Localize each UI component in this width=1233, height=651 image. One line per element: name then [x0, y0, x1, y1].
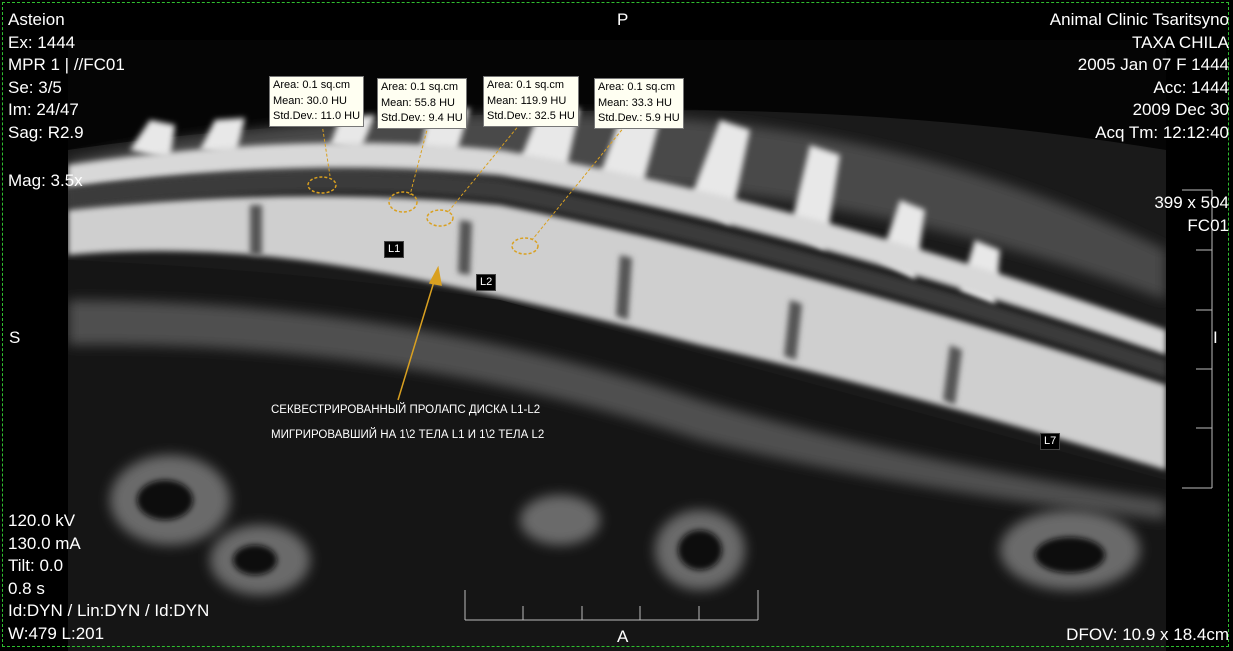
- matrix-info: 399 x 504 FC01: [1154, 192, 1229, 237]
- roi-std: Std.Dev.: 32.5 HU: [487, 110, 575, 122]
- exam-number: Ex: 1444: [8, 32, 76, 52]
- roi-stats-box-3[interactable]: Area: 0.1 sq.cm Mean: 119.9 HU Std.Dev.:…: [483, 76, 579, 127]
- matrix-size: 399 x 504: [1154, 193, 1229, 212]
- kv-value: 120.0 kV: [8, 511, 76, 530]
- magnification: Mag: 3.5x: [8, 171, 83, 190]
- institution-info: Animal Clinic Tsaritsyno TAXA CHILA 2005…: [1050, 9, 1229, 144]
- roi-mean: Mean: 33.3 HU: [598, 96, 672, 109]
- slice-position: Sag: R2.9: [8, 122, 84, 142]
- ct-viewer[interactable]: Asteion Ex: 1444 MPR 1 | //FC01 Se: 3/5 …: [0, 0, 1233, 651]
- display-lut: Id:DYN / Lin:DYN / Id:DYN: [8, 601, 210, 620]
- roi-area: Area: 0.1 sq.cm: [598, 81, 676, 93]
- roi-mean: Mean: 30.0 HU: [273, 94, 347, 107]
- series-number: Se: 3/5: [8, 77, 62, 97]
- vertebra-label-l1[interactable]: L1: [384, 241, 405, 258]
- roi-mean: Mean: 119.9 HU: [487, 94, 567, 107]
- roi-area: Area: 0.1 sq.cm: [381, 81, 459, 93]
- vertebra-label-l7[interactable]: L7: [1040, 433, 1061, 450]
- roi-stats-box-2[interactable]: Area: 0.1 sq.cm Mean: 55.8 HU Std.Dev.: …: [377, 78, 467, 129]
- image-number: Im: 24/47: [8, 100, 79, 119]
- orientation-right: I: [1213, 328, 1218, 347]
- accession-number: Acc: 1444: [1153, 77, 1229, 97]
- display-fov: DFOV: 10.9 x 18.4cm: [1066, 625, 1229, 644]
- orientation-bottom: A: [617, 627, 629, 646]
- ma-value: 130.0 mA: [8, 533, 81, 553]
- acquisition-params: 120.0 kV 130.0 mA Tilt: 0.0 0.8 s Id:DYN…: [8, 510, 209, 645]
- orientation-left: S: [9, 328, 21, 347]
- diagnosis-annotation[interactable]: СЕКВЕСТРИРОВАННЫЙ ПРОЛАПС ДИСКА L1-L2 МИ…: [271, 398, 544, 448]
- patient-dob-sex-id: 2005 Jan 07 F 1444: [1077, 55, 1229, 74]
- kernel: FC01: [1187, 215, 1229, 235]
- patient-study-info: Asteion Ex: 1444 MPR 1 | //FC01 Se: 3/5 …: [8, 9, 125, 144]
- tilt-value: Tilt: 0.0: [8, 556, 64, 575]
- patient-name: TAXA CHILA: [1132, 32, 1229, 52]
- rotation-time: 0.8 s: [8, 578, 45, 598]
- vertebra-label-l2[interactable]: L2: [476, 274, 497, 291]
- window-level: W:479 L:201: [8, 623, 105, 643]
- roi-stats-box-1[interactable]: Area: 0.1 sq.cm Mean: 30.0 HU Std.Dev.: …: [269, 76, 365, 127]
- roi-mean: Mean: 55.8 HU: [381, 96, 455, 109]
- annotation-line-1: СЕКВЕСТРИРОВАННЫЙ ПРОЛАПС ДИСКА L1-L2: [271, 404, 541, 416]
- annotation-line-2: МИГРИРОВАВШИЙ НА 1\2 ТЕЛА L1 И 1\2 ТЕЛА …: [271, 429, 545, 441]
- roi-std: Std.Dev.: 5.9 HU: [598, 112, 680, 124]
- institution-name: Animal Clinic Tsaritsyno: [1049, 10, 1229, 29]
- study-date: 2009 Dec 30: [1132, 100, 1229, 119]
- roi-area: Area: 0.1 sq.cm: [273, 79, 351, 91]
- roi-std: Std.Dev.: 11.0 HU: [273, 110, 361, 122]
- scanner-name: Asteion: [8, 10, 65, 29]
- roi-std: Std.Dev.: 9.4 HU: [381, 112, 463, 124]
- acquisition-time: Acq Tm: 12:12:40: [1095, 122, 1229, 142]
- series-name: MPR 1 | //FC01: [8, 55, 125, 74]
- roi-stats-box-4[interactable]: Area: 0.1 sq.cm Mean: 33.3 HU Std.Dev.: …: [594, 78, 684, 129]
- roi-area: Area: 0.1 sq.cm: [487, 79, 565, 91]
- orientation-top: P: [617, 10, 629, 29]
